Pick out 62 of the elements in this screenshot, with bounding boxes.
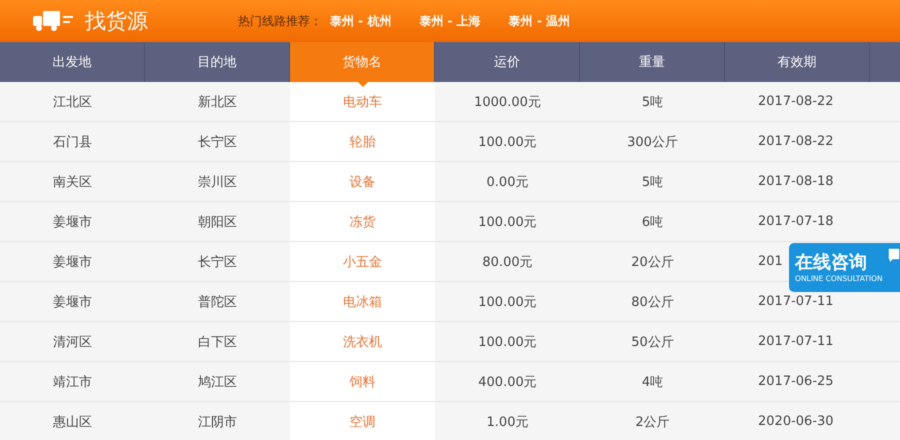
truck-icon [33, 10, 73, 32]
table-cell-text: 江北区 [52, 94, 93, 112]
table-cell: 2017-07-11 [758, 294, 834, 309]
column-header[interactable]: 重量 [580, 42, 725, 82]
table-cell-text: 100.00元 [477, 214, 538, 232]
table-cell: 饲料 [290, 362, 435, 401]
table-cell-text: 白下区 [197, 334, 238, 352]
table-cell: 2020-06-30 [758, 414, 834, 429]
table-cell-text: 清河区 [52, 334, 93, 352]
table-cell-text: 50公斤 [630, 334, 675, 352]
table-cell-text: 2公斤 [634, 414, 671, 432]
table-cell-text: 石门县 [52, 134, 93, 152]
table-cell: 小五金 [290, 242, 435, 281]
table-cell-text: 长宁区 [197, 254, 238, 272]
table-cell-text: 姜堰市 [52, 214, 93, 232]
table-cell-text: 100.00元 [477, 134, 538, 152]
table-cell-text: 朝阳区 [197, 214, 238, 232]
column-header[interactable]: 运价 [435, 42, 580, 82]
table-cell: 洗衣机 [290, 322, 435, 361]
table-cell-text: 姜堰市 [52, 254, 93, 272]
table-cell: 2017-07-18 [758, 214, 834, 229]
page-title: 找货源 [85, 8, 148, 35]
table-cell-text: 惠山区 [52, 414, 93, 432]
table-cell-text: 20公斤 [630, 254, 675, 272]
column-header[interactable]: 出发地 [0, 42, 145, 82]
table-cell-text: 崇川区 [197, 174, 238, 192]
table-cell-text: 80.00元 [481, 254, 534, 272]
table-cell-text: 长宁区 [197, 134, 238, 152]
table-cell-text: 6吨 [640, 214, 664, 232]
table-cell: 设备 [290, 162, 435, 201]
table-cell: 2017-07-11 [758, 334, 834, 349]
table-cell-text: 江阴市 [197, 414, 238, 432]
table-cell: 电冰箱 [290, 282, 435, 321]
table-cell-text: 80公斤 [630, 294, 675, 312]
table-cell-text: 100.00元 [477, 294, 538, 312]
table-cell-text: 姜堰市 [52, 294, 93, 312]
table-cell-text: 南关区 [52, 174, 93, 192]
table-cell: 2017-08-18 [758, 174, 834, 189]
table-cell-text: 鸠江区 [197, 374, 238, 392]
table-cell-text: 普陀区 [197, 294, 238, 312]
hot-routes-label: 热门线路推荐： [238, 12, 322, 30]
table-cell-text: 1.00元 [486, 414, 530, 432]
chat-bubble-icon [886, 246, 900, 266]
table-cell-text: 1000.00元 [473, 94, 542, 112]
table-cell-text: 4吨 [640, 374, 664, 392]
table-cell: 2017-08-22 [758, 134, 834, 149]
table-cell: 冻货 [290, 202, 435, 241]
table-cell-text: 靖江市 [52, 374, 93, 392]
table-cell-text: 400.00元 [477, 374, 538, 392]
table-cell-text: 100.00元 [477, 334, 538, 352]
column-header[interactable]: 有效期 [725, 42, 870, 82]
table-cell: 电动车 [290, 82, 435, 121]
table-cell-text: 300公斤 [626, 134, 679, 152]
table-cell-text: 新北区 [197, 94, 238, 112]
table-cell-text: 0.00元 [486, 174, 530, 192]
table-cell: 空调 [290, 402, 435, 440]
table-cell-text: 5吨 [640, 94, 664, 112]
table-cell-text: 5吨 [640, 174, 664, 192]
table-cell: 轮胎 [290, 122, 435, 161]
table-cell: 2017-06-25 [758, 374, 834, 389]
table-cell: 2017-08-22 [758, 94, 834, 109]
table-cell: 201 [758, 254, 783, 269]
